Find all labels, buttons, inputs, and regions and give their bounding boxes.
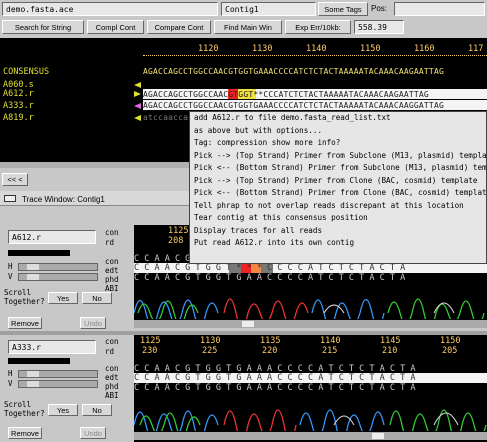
pos-bottom: 205	[442, 346, 458, 356]
menu-item[interactable]: add A612.r to file demo.fasta_read_list.…	[190, 112, 486, 125]
trace1-read-name: A612.r	[8, 230, 96, 244]
pos-top: 1145	[380, 336, 401, 346]
pos-top: 1150	[440, 336, 461, 346]
trace2-read-name: A333.r	[8, 340, 96, 354]
menu-item[interactable]: Tear contig at this consensus position	[190, 212, 486, 225]
h-label: H	[8, 262, 13, 271]
consensus-seq: AGACCAGCCTGGCCAACGTGGTGAAACCCCATCTCTACTA…	[143, 67, 444, 76]
consensus-label: CONSENSUS	[3, 67, 50, 77]
row-label: con	[105, 257, 119, 266]
exp-err-value: 558.39	[354, 20, 404, 34]
pos-input[interactable]	[394, 2, 485, 16]
trace2-progress	[8, 358, 70, 364]
menu-item[interactable]: Pick --> (Top Strand) Primer from Subclo…	[190, 150, 487, 163]
menu-item[interactable]: Pick <-- (Bottom Strand) Primer from Sub…	[190, 162, 487, 175]
ruler-tick: 1140	[306, 44, 327, 54]
edt-bases: C C A A C G T G G T G A A A C C C C A T …	[134, 373, 416, 383]
pos-top: 1125	[140, 336, 161, 346]
h-label: H	[8, 369, 13, 378]
find-main-win-button[interactable]: Find Main Win	[214, 20, 282, 34]
yes-button[interactable]: Yes	[48, 404, 78, 416]
pos-bottom: 225	[202, 346, 218, 356]
contig-field: Contig1	[221, 2, 316, 16]
read-name[interactable]: A333.r	[3, 101, 34, 111]
ruler-tick: 117	[468, 44, 484, 54]
phd-bases: C C A A C G T G G T G A A C C C C A T C …	[134, 273, 406, 283]
pos-bottom: 210	[382, 346, 398, 356]
ruler-tick: 1120	[198, 44, 219, 54]
yes-button[interactable]: Yes	[48, 292, 78, 304]
search-string-button[interactable]: Search for String	[2, 20, 84, 34]
pos-bottom: 220	[262, 346, 278, 356]
trace2-scrollbar[interactable]	[134, 432, 487, 440]
v-slider[interactable]	[18, 380, 98, 388]
menu-item[interactable]: Tag: compression show more info?	[190, 137, 486, 150]
window-icon[interactable]	[4, 195, 16, 202]
menu-item[interactable]: Put read A612.r into its own contig	[190, 237, 486, 250]
trace1-progress	[8, 250, 70, 256]
row-label: con	[105, 337, 119, 346]
remove-button[interactable]: Remove	[8, 427, 42, 439]
row-label: ABI	[105, 391, 119, 400]
trace2-panel[interactable]: 1125 1130 1135 1140 1145 1150 230 225 22…	[134, 335, 487, 442]
menu-item[interactable]: Tell phrap to not overlap reads discrepa…	[190, 200, 486, 213]
chromatogram-trace	[134, 298, 485, 319]
row-label: rd	[105, 347, 115, 356]
trace-window-title: Trace Window: Contig1	[22, 195, 105, 204]
v-slider[interactable]	[18, 273, 98, 281]
ruler-tick: 1150	[360, 44, 381, 54]
pos-top: 1135	[260, 336, 281, 346]
scroll-together-label: Scroll Together?	[4, 400, 45, 418]
compl-cont-button[interactable]: Compl Cont	[87, 20, 144, 34]
edt-bases: C C A A C G T G G T * * * C C C C A T C …	[134, 263, 406, 273]
no-button[interactable]: No	[82, 292, 112, 304]
pos-bottom: 230	[142, 346, 158, 356]
row-label: phd	[105, 382, 119, 391]
v-label: V	[8, 379, 13, 388]
exp-err-button[interactable]: Exp Err/10kb:	[285, 20, 351, 34]
read-seq: AGACCAGCCTGGCCAACGTGGTGAAACCCCATCTCTACTA…	[143, 101, 444, 110]
pos-top: 1130	[200, 336, 221, 346]
read-name[interactable]: A819.r	[3, 113, 34, 123]
remove-button[interactable]: Remove	[8, 317, 42, 329]
menu-item[interactable]: as above but with options...	[190, 125, 486, 138]
scroll-together-label: Scroll Together?	[4, 288, 45, 306]
ruler-tick: 1160	[414, 44, 435, 54]
nav-back-button[interactable]: << <	[2, 173, 28, 186]
row-label: con	[105, 228, 119, 237]
read-popup-menu: add A612.r to file demo.fasta_read_list.…	[189, 111, 487, 264]
v-label: V	[8, 272, 13, 281]
read-seq: atccaaccac	[143, 113, 194, 122]
undo-button[interactable]: Undo	[80, 427, 106, 439]
pos-bottom: 215	[322, 346, 338, 356]
row-label: phd	[105, 275, 119, 284]
row-label: con	[105, 364, 119, 373]
row-label: ABI	[105, 284, 119, 293]
phd-bases: C C A A C G T G G T G A A A C C C C A T …	[134, 383, 416, 393]
row-label: edt	[105, 373, 119, 382]
menu-item[interactable]: Display traces for all reads	[190, 225, 486, 238]
filename-field: demo.fasta.ace	[2, 2, 218, 16]
pos-top: 1125	[168, 226, 189, 236]
no-button[interactable]: No	[82, 404, 112, 416]
undo-button[interactable]: Undo	[80, 317, 106, 329]
pos-bottom: 208	[168, 236, 184, 246]
menu-item[interactable]: Pick <-- (Bottom Strand) Primer from Clo…	[190, 187, 487, 200]
pos-top: 1140	[320, 336, 341, 346]
trace1-scrollbar[interactable]	[134, 320, 487, 328]
read-seq: AGACCAGCCTGGCCAACGTGGT**CCCATCTCTACTAAAA…	[143, 90, 429, 99]
h-slider[interactable]	[18, 370, 98, 378]
row-label: rd	[105, 238, 115, 247]
ruler-line	[143, 55, 487, 57]
ruler-tick: 1130	[252, 44, 273, 54]
read-name[interactable]: A612.r	[3, 89, 34, 99]
compare-cont-button[interactable]: Compare Cont	[147, 20, 211, 34]
row-label: edt	[105, 266, 119, 275]
some-tags-button[interactable]: Some Tags	[318, 2, 368, 16]
chromatogram-trace	[134, 409, 487, 431]
menu-item[interactable]: Pick --> (Top Strand) Primer from Clone …	[190, 175, 486, 188]
h-slider[interactable]	[18, 263, 98, 271]
pos-label: Pos:	[371, 4, 388, 13]
